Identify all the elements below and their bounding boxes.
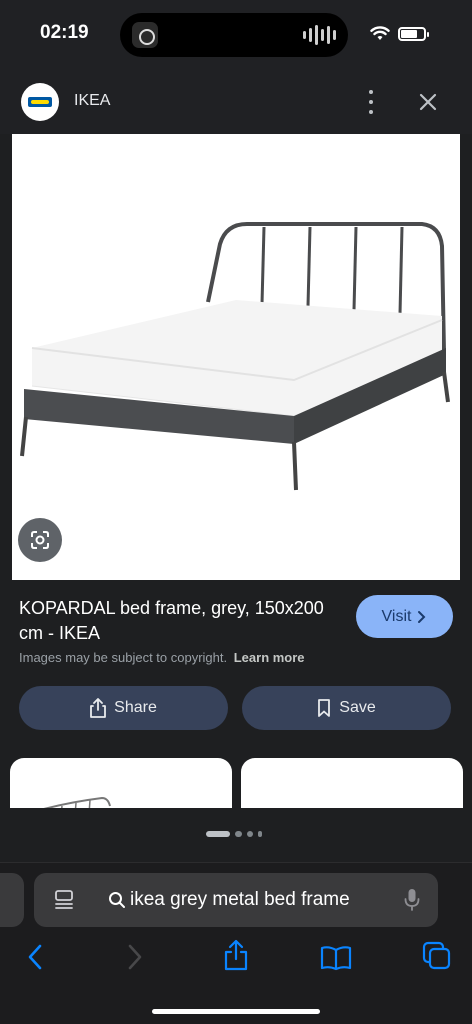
site-logo (21, 83, 59, 121)
share-icon (90, 698, 107, 718)
more-options-icon[interactable] (362, 90, 380, 114)
related-result-card[interactable] (241, 758, 463, 808)
lens-icon (31, 531, 49, 549)
related-results (0, 756, 472, 808)
search-query[interactable]: ikea grey metal bed frame (108, 889, 350, 911)
bookmarks-icon[interactable] (320, 945, 352, 971)
visit-button[interactable]: Visit (356, 595, 453, 638)
wifi-icon (370, 26, 390, 40)
dynamic-island (120, 13, 348, 57)
copyright-text: Images may be subject to copyright. (19, 650, 228, 665)
save-button[interactable]: Save (242, 686, 451, 730)
bookmark-icon (318, 699, 331, 717)
site-name: IKEA (74, 92, 111, 109)
learn-more-link[interactable]: Learn more (234, 650, 305, 665)
related-bed-thumbnail (43, 796, 111, 808)
share-sheet-icon[interactable] (223, 939, 249, 971)
related-result-card[interactable] (10, 758, 232, 808)
status-time: 02:19 (40, 22, 89, 43)
page-menu-icon[interactable] (54, 889, 74, 911)
visit-label: Visit (381, 607, 412, 625)
product-image[interactable] (12, 134, 460, 580)
pagination-dots (206, 831, 262, 837)
share-label: Share (114, 699, 157, 716)
tabs-icon[interactable] (422, 941, 452, 971)
home-indicator[interactable] (152, 1009, 320, 1014)
result-site-header: IKEA (0, 70, 472, 134)
microphone-icon[interactable] (404, 888, 420, 912)
browser-toolbar: ikea grey metal bed frame (0, 862, 472, 1024)
battery-icon (398, 27, 429, 41)
search-icon (109, 892, 125, 908)
bed-frame-illustration (20, 222, 450, 491)
now-playing-app-icon (132, 22, 158, 48)
lens-search-button[interactable] (18, 518, 62, 562)
previous-tab-preview[interactable] (0, 873, 24, 927)
copyright-notice: Images may be subject to copyright. Lear… (19, 650, 305, 665)
chevron-right-icon (418, 610, 426, 623)
status-bar: 02:19 (0, 0, 472, 70)
result-title[interactable]: KOPARDAL bed frame, grey, 150x200 cm - I… (19, 596, 339, 646)
back-icon[interactable] (26, 943, 44, 971)
forward-icon[interactable] (126, 943, 144, 971)
save-label: Save (339, 699, 376, 716)
search-query-text: ikea grey metal bed frame (130, 889, 350, 910)
address-bar[interactable]: ikea grey metal bed frame (34, 873, 438, 927)
share-button[interactable]: Share (19, 686, 228, 730)
close-icon[interactable] (416, 90, 440, 114)
audio-waveform-icon (303, 25, 336, 45)
